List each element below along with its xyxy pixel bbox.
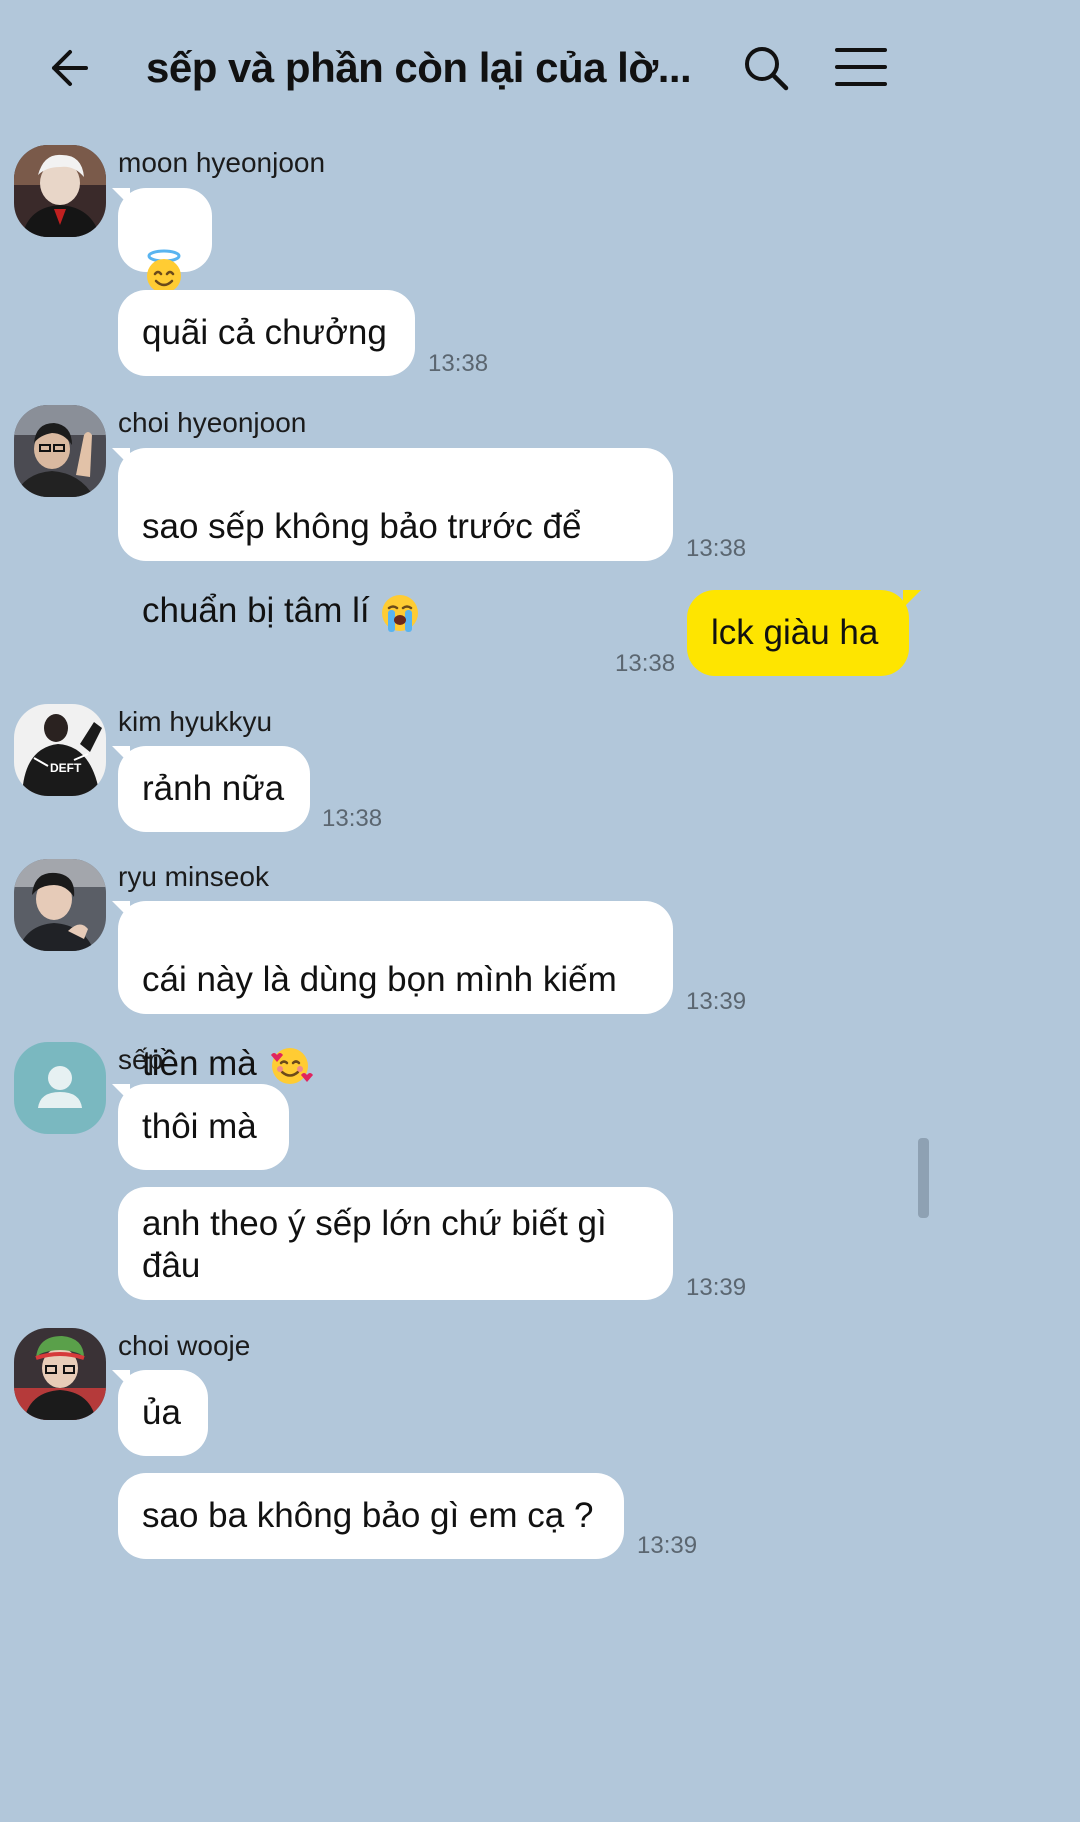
message-time: 13:39 <box>686 1274 747 1301</box>
avatar-choi-wooje[interactable] <box>14 1328 106 1420</box>
back-arrow-icon[interactable] <box>44 40 100 96</box>
message-bubble[interactable]: thôi mà <box>118 1084 289 1170</box>
message-bubble[interactable]: sao ba không bảo gì em cạ ? <box>118 1473 624 1559</box>
avatar-kim-hyukkyu[interactable]: DEFT <box>14 704 106 796</box>
message-time: 13:38 <box>615 650 676 677</box>
message-text-line: tiền mà <box>142 1043 649 1087</box>
my-message-bubble[interactable]: lck giàu ha <box>687 590 909 676</box>
sender-name: ryu minseok <box>118 861 269 892</box>
sender-name: choi hyeonjoon <box>118 407 307 438</box>
search-icon[interactable] <box>738 40 794 96</box>
message-text: chuẩn bị tâm lí <box>142 591 370 630</box>
avatar-choi-hyeonjoon[interactable] <box>14 405 106 497</box>
message-text-line: sao sếp không bảo trước để <box>142 507 582 546</box>
message-bubble[interactable]: sao sếp không bảo trước để chuẩn bị tâm … <box>118 448 673 632</box>
chat-title: sếp và phần còn lại của lờ... <box>146 44 692 91</box>
chat-header: sếp và phần còn lại của lờ... <box>0 0 929 130</box>
scrollbar[interactable] <box>918 1138 929 1218</box>
sender-name: kim hyukkyu <box>118 706 273 737</box>
avatar-ryu-minseok[interactable] <box>14 859 106 951</box>
smiling-face-with-halo-icon <box>147 249 181 293</box>
message-bubble[interactable]: cái này là dùng bọn mình kiếm tiền mà <box>118 901 673 1084</box>
message-text-line: chuẩn bị tâm lí <box>142 590 649 634</box>
sender-name: sếp <box>118 1044 164 1075</box>
smiling-face-with-hearts-icon <box>270 1047 313 1084</box>
avatar-moon-hyeonjoon[interactable] <box>14 145 106 237</box>
message-bubble[interactable]: anh theo ý sếp lớn chứ biết gì đâu <box>118 1187 673 1300</box>
message-bubble[interactable]: ủa <box>118 1370 208 1456</box>
message-time: 13:38 <box>686 535 747 562</box>
message-bubble[interactable]: rảnh nữa <box>118 746 310 832</box>
sender-name: choi wooje <box>118 1330 251 1361</box>
user-silhouette-icon <box>38 1066 82 1108</box>
avatar-sep-default[interactable] <box>14 1042 106 1134</box>
message-text-line: cái này là dùng bọn mình kiếm <box>142 960 617 999</box>
message-time: 13:39 <box>686 988 747 1015</box>
message-time: 13:38 <box>428 350 489 377</box>
hamburger-menu-icon[interactable] <box>830 40 892 96</box>
loudly-crying-face-icon <box>382 594 419 632</box>
message-bubble[interactable]: quãi cả chưởng <box>118 290 415 376</box>
sender-name: moon hyeonjoon <box>118 147 326 178</box>
message-time: 13:38 <box>322 805 383 832</box>
message-bubble-emoji[interactable] <box>118 188 212 293</box>
message-time: 13:39 <box>637 1532 698 1559</box>
avatar-jersey-text: DEFT <box>50 761 82 775</box>
bubble-tail <box>903 590 921 608</box>
